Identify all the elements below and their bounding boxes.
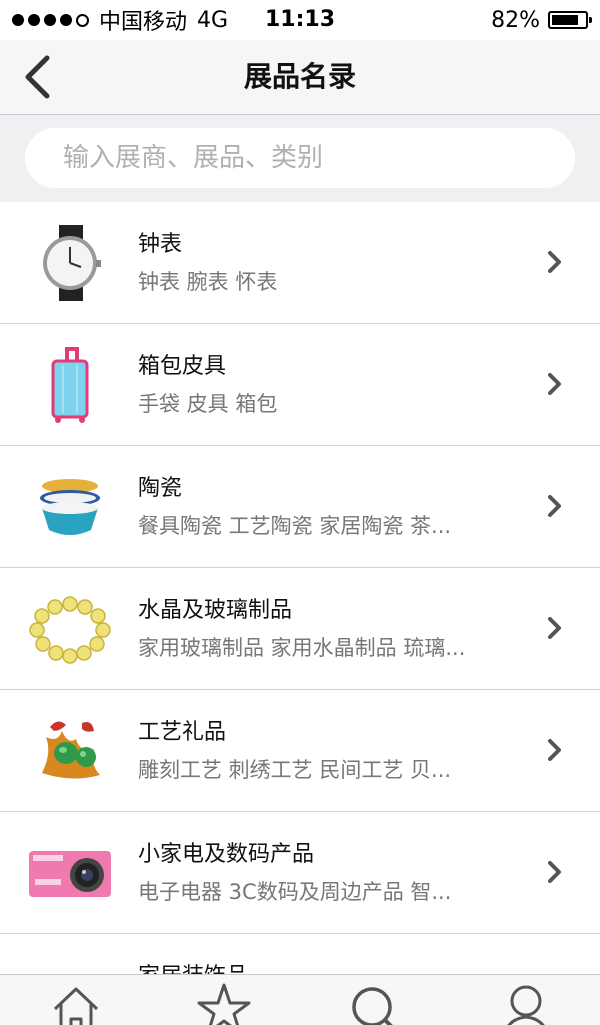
- chevron-right-icon: [548, 861, 561, 883]
- list-item[interactable]: 水晶及玻璃制品 家用玻璃制品 家用水晶制品 琉璃...: [0, 568, 600, 690]
- item-title: 箱包皮具: [138, 354, 227, 379]
- tab-home[interactable]: [46, 979, 106, 1025]
- tab-search[interactable]: [344, 979, 404, 1025]
- item-subtitle: 家用玻璃制品 家用水晶制品 琉璃...: [138, 636, 466, 660]
- item-title: 钟表: [138, 232, 183, 257]
- tab-bar: [0, 974, 600, 1025]
- list-item[interactable]: 家居装饰品: [0, 934, 600, 974]
- ceramic-bowls-icon: [24, 461, 116, 553]
- item-title: 工艺礼品: [138, 720, 227, 745]
- tab-profile[interactable]: [496, 979, 556, 1025]
- search-area: [0, 115, 600, 202]
- chevron-right-icon: [548, 739, 561, 761]
- list-item[interactable]: 钟表 钟表 腕表 怀表: [0, 202, 600, 324]
- battery-percent: 82%: [491, 7, 540, 33]
- search-box[interactable]: [25, 128, 575, 188]
- list-item[interactable]: 工艺礼品 雕刻工艺 刺绣工艺 民间工艺 贝...: [0, 690, 600, 812]
- item-title: 小家电及数码产品: [138, 842, 315, 867]
- list-item[interactable]: 小家电及数码产品 电子电器 3C数码及周边产品 智...: [0, 812, 600, 934]
- crystal-bracelet-icon: [24, 583, 116, 675]
- craft-gift-icon: [24, 705, 116, 797]
- search-icon: [352, 987, 393, 1025]
- item-subtitle: 电子电器 3C数码及周边产品 智...: [138, 880, 452, 904]
- item-title: 水晶及玻璃制品: [138, 598, 293, 623]
- list-item[interactable]: 陶瓷 餐具陶瓷 工艺陶瓷 家居陶瓷 茶...: [0, 446, 600, 568]
- status-bar: 中国移动 4G 11:13 82%: [0, 0, 600, 40]
- category-list: 钟表 钟表 腕表 怀表 箱包皮具 手袋 皮具 箱包 陶瓷 餐具陶瓷 工艺陶瓷 家…: [0, 202, 600, 974]
- chevron-right-icon: [548, 251, 561, 273]
- user-icon: [507, 985, 545, 1025]
- item-subtitle: 雕刻工艺 刺绣工艺 民间工艺 贝...: [138, 758, 452, 782]
- chevron-right-icon: [548, 617, 561, 639]
- item-subtitle: 餐具陶瓷 工艺陶瓷 家居陶瓷 茶...: [138, 514, 452, 538]
- status-right: 82%: [491, 0, 592, 40]
- star-icon: [197, 983, 251, 1025]
- search-input[interactable]: [61, 142, 565, 174]
- list-item[interactable]: 箱包皮具 手袋 皮具 箱包: [0, 324, 600, 446]
- chevron-right-icon: [548, 495, 561, 517]
- item-subtitle: 手袋 皮具 箱包: [138, 392, 278, 416]
- tab-favorites[interactable]: [194, 979, 254, 1025]
- camera-icon: [24, 827, 116, 919]
- item-title: 陶瓷: [138, 476, 183, 501]
- home-decor-icon: [24, 949, 116, 974]
- nav-bar: 展品名录: [0, 40, 600, 115]
- item-title: 家居装饰品: [138, 958, 248, 974]
- home-icon: [53, 987, 99, 1025]
- chevron-right-icon: [548, 373, 561, 395]
- battery-icon: [548, 11, 592, 29]
- luggage-icon: [24, 339, 116, 431]
- item-subtitle: 钟表 腕表 怀表: [138, 270, 278, 294]
- watch-icon: [24, 217, 116, 309]
- page-title: 展品名录: [243, 60, 356, 93]
